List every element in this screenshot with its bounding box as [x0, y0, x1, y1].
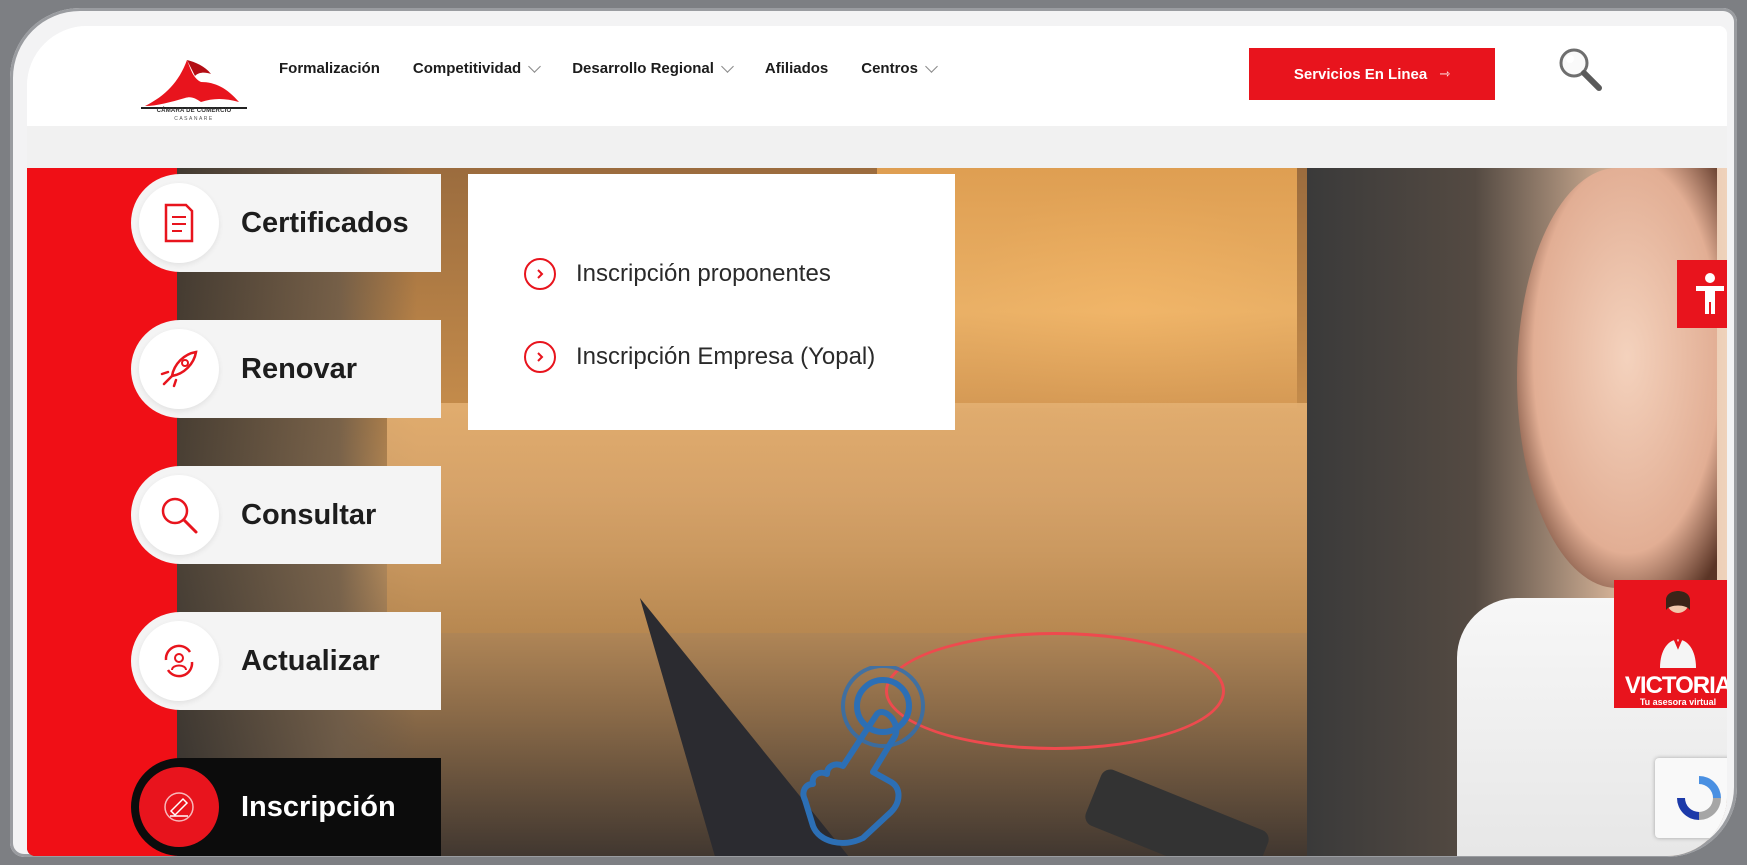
- service-label: Actualizar: [241, 644, 380, 677]
- header-shadow-strip: [27, 126, 1727, 168]
- accessibility-icon: [1696, 273, 1724, 314]
- service-label: Inscripción: [241, 790, 396, 823]
- highlight-ellipse: [885, 632, 1225, 750]
- service-renovar[interactable]: Renovar: [131, 320, 441, 418]
- service-actualizar[interactable]: Actualizar: [131, 612, 441, 710]
- hero-phone: [1082, 766, 1272, 856]
- logo-caption: CÁMARA DE COMERCIO: [156, 108, 232, 114]
- hero-person: [1517, 168, 1717, 588]
- chevron-right-icon: [524, 258, 556, 290]
- chevron-down-icon: [925, 59, 938, 73]
- chevron-down-icon: [721, 59, 734, 73]
- recaptcha-badge[interactable]: [1655, 758, 1727, 838]
- assistant-name: VICTORIA: [1624, 672, 1727, 699]
- service-consultar[interactable]: Consultar: [131, 466, 441, 564]
- logo[interactable]: CÁMARA DE COMERCIO CASANARE: [135, 52, 253, 126]
- rocket-icon: [160, 350, 198, 388]
- service-label: Consultar: [241, 498, 377, 531]
- site-header: CÁMARA DE COMERCIO CASANARE Formalizació…: [27, 26, 1727, 127]
- chevron-right-icon: [524, 341, 556, 373]
- arrow-icon: ⇾: [1439, 66, 1451, 81]
- logo-subcaption: CASANARE: [174, 116, 214, 122]
- assistant-avatar-icon: [1660, 591, 1696, 668]
- chevron-down-icon: [528, 59, 542, 73]
- accessibility-button[interactable]: [1677, 260, 1727, 328]
- nav-formalizacion[interactable]: Formalización: [279, 60, 380, 77]
- logo-bird-icon: [141, 60, 247, 109]
- nav-afiliados[interactable]: Afiliados: [765, 60, 828, 77]
- dropdown-item-inscripcion-proponentes[interactable]: Inscripción proponentes: [524, 258, 831, 290]
- user-refresh-icon: [164, 644, 194, 678]
- search-icon: [161, 497, 198, 534]
- document-icon: [164, 203, 194, 243]
- nav-centros[interactable]: Centros: [861, 59, 938, 77]
- service-label: Renovar: [241, 352, 358, 385]
- dropdown-item-inscripcion-empresa[interactable]: Inscripción Empresa (Yopal): [524, 341, 875, 373]
- signature-icon: [164, 792, 194, 822]
- service-label: Certificados: [241, 206, 409, 239]
- browser-viewport: CÁMARA DE COMERCIO CASANARE Formalizació…: [27, 26, 1727, 856]
- nav-desarrollo-regional[interactable]: Desarrollo Regional: [572, 59, 734, 77]
- service-inscripcion[interactable]: Inscripción: [131, 758, 441, 856]
- service-certificados[interactable]: Certificados: [131, 174, 441, 272]
- inscripcion-dropdown: Inscripción proponentes Inscripción Empr…: [468, 174, 955, 430]
- servicios-en-linea-button[interactable]: Servicios En Linea ⇾: [1249, 48, 1495, 100]
- magnifier-icon[interactable]: [1555, 44, 1605, 94]
- main-nav: Formalización Competitividad Desarrollo …: [279, 59, 969, 77]
- assistant-subtitle: Tu asesora virtual: [1639, 697, 1717, 707]
- virtual-assistant-widget[interactable]: VICTORIA Tu asesora virtual: [1614, 580, 1727, 708]
- screenshot-frame: CÁMARA DE COMERCIO CASANARE Formalizació…: [10, 8, 1737, 857]
- nav-competitividad[interactable]: Competitividad: [413, 59, 542, 77]
- pointer-hand-icon: [773, 664, 933, 856]
- recaptcha-icon: [1677, 776, 1721, 820]
